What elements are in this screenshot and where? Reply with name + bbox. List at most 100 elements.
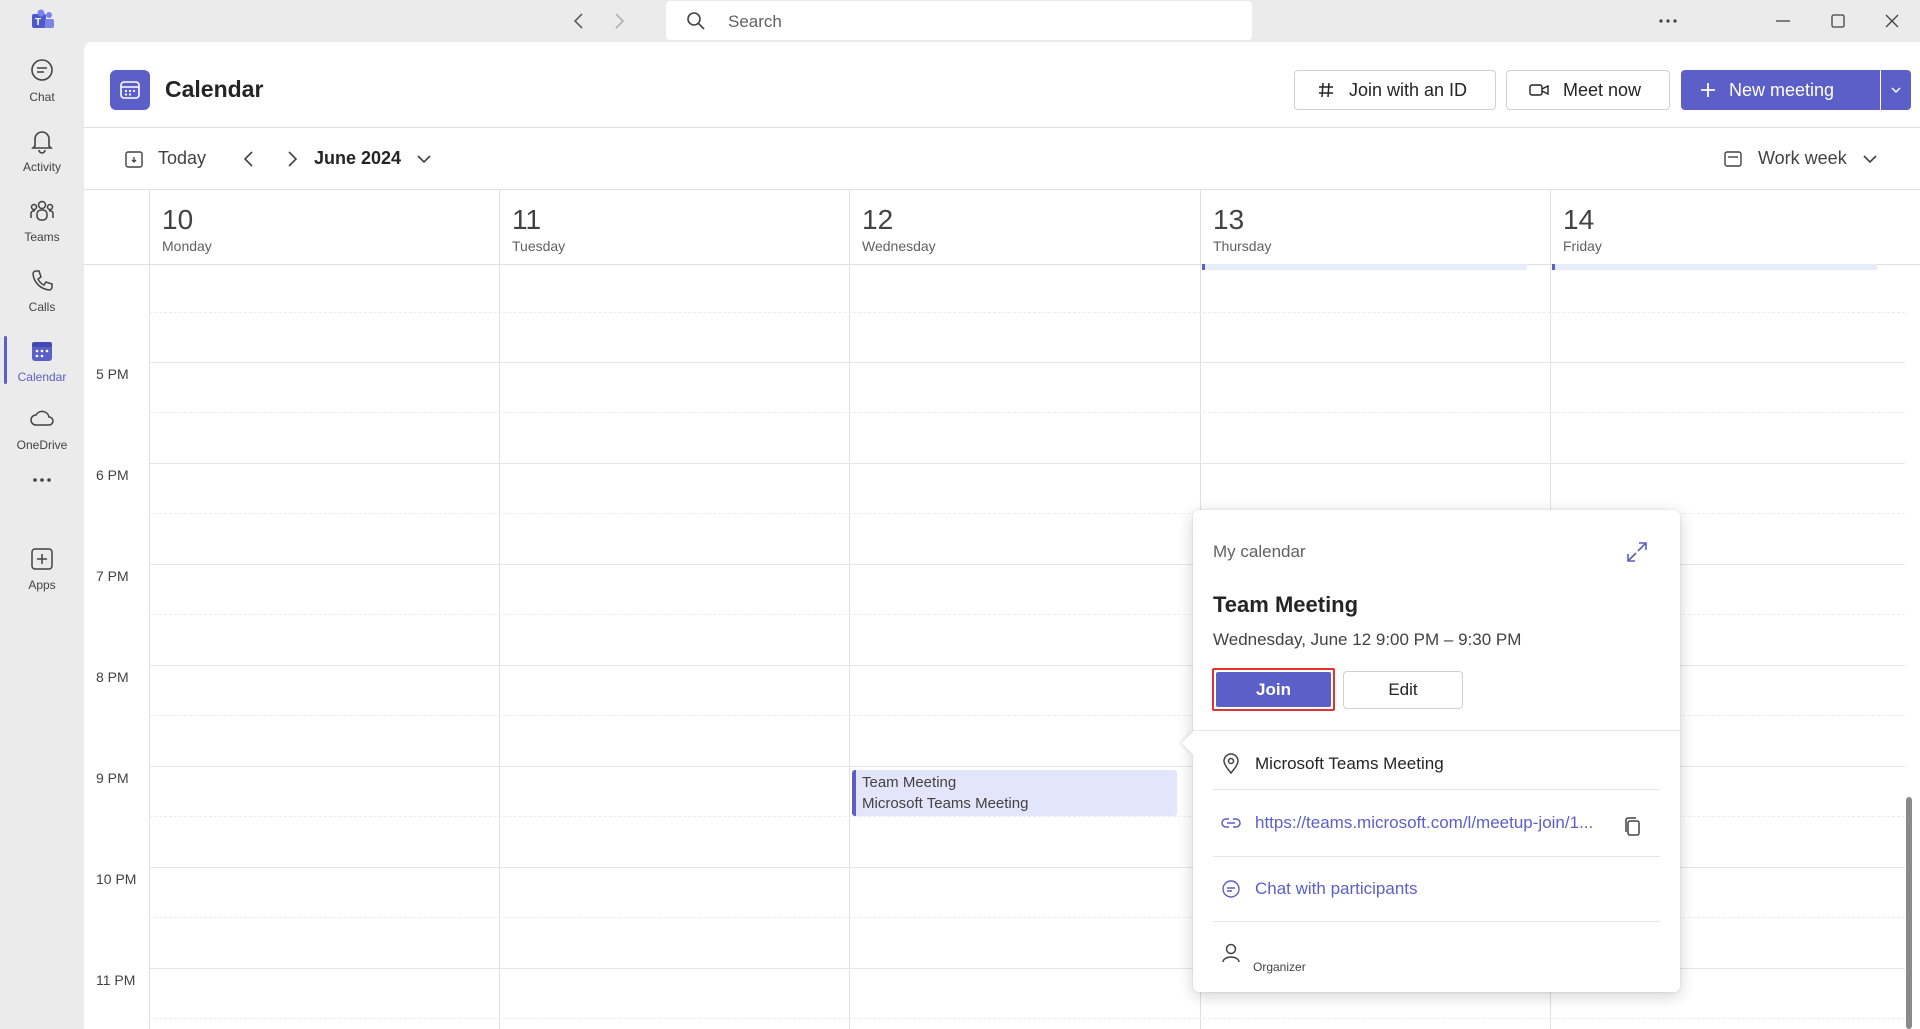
calendar-app-icon xyxy=(110,70,150,110)
half-hour-line xyxy=(149,312,1905,313)
chat-with-participants-row[interactable]: Chat with participants xyxy=(1221,879,1418,899)
day-header-monday[interactable]: 10 Monday xyxy=(149,190,499,264)
close-icon[interactable] xyxy=(1880,10,1904,32)
day-header-friday[interactable]: 14 Friday xyxy=(1550,190,1904,264)
rail-label: Apps xyxy=(28,578,56,592)
app-rail: Chat Activity Teams Calls Calendar OneDr… xyxy=(0,42,84,1029)
month-picker[interactable]: June 2024 xyxy=(314,148,433,169)
hash-icon xyxy=(1319,82,1333,98)
minimize-icon[interactable] xyxy=(1771,10,1795,32)
rail-item-calendar[interactable]: Calendar xyxy=(0,328,84,390)
calendar-label: My calendar xyxy=(1213,542,1306,561)
rail-label: OneDrive xyxy=(16,438,68,452)
organizer-label: Organizer xyxy=(1253,960,1306,974)
person-icon xyxy=(1222,943,1240,963)
day-name: Tuesday xyxy=(512,238,566,254)
time-label: 8 PM xyxy=(96,669,129,685)
hour-line xyxy=(149,362,1905,363)
day-name: Friday xyxy=(1563,238,1602,254)
time-label: 9 PM xyxy=(96,770,129,786)
event-location-row: Microsoft Teams Meeting xyxy=(1221,753,1444,775)
search-input[interactable]: Search xyxy=(666,1,1252,40)
forward-arrow-icon[interactable] xyxy=(608,10,630,32)
time-label: 6 PM xyxy=(96,467,129,483)
calendar-icon xyxy=(32,342,52,361)
day-column[interactable] xyxy=(849,264,1200,1029)
previous-week-icon[interactable] xyxy=(239,148,259,170)
day-number: 13 xyxy=(1213,204,1245,235)
rail-label: Teams xyxy=(24,230,60,244)
time-label: 11 PM xyxy=(96,972,136,988)
rail-label: Chat xyxy=(29,90,55,104)
half-hour-line xyxy=(149,412,1905,413)
more-options-icon[interactable] xyxy=(1656,10,1680,32)
divider xyxy=(1193,730,1680,731)
expand-icon[interactable] xyxy=(1625,540,1649,564)
day-number: 10 xyxy=(162,204,194,235)
chat-icon xyxy=(31,59,53,81)
divider xyxy=(1213,856,1660,857)
calendar-today-icon xyxy=(125,150,143,168)
day-column[interactable] xyxy=(499,264,849,1029)
event-time: Wednesday, June 12 9:00 PM – 9:30 PM xyxy=(1213,630,1522,649)
divider xyxy=(1213,789,1660,790)
chevron-down-icon xyxy=(1891,87,1901,94)
event-details-popup: My calendar Team Meeting Wednesday, June… xyxy=(1181,510,1680,992)
time-label: 7 PM xyxy=(96,568,129,584)
more-apps-icon xyxy=(33,478,51,482)
plus-icon xyxy=(1701,83,1715,97)
copy-icon[interactable] xyxy=(1623,816,1643,838)
day-name: Thursday xyxy=(1213,238,1272,254)
day-number: 14 xyxy=(1563,204,1595,235)
join-with-id-button[interactable]: Join with an ID xyxy=(1294,70,1496,110)
cloud-icon xyxy=(30,410,54,426)
half-hour-line xyxy=(149,1018,1905,1019)
join-button[interactable]: Join xyxy=(1212,668,1335,711)
video-camera-icon xyxy=(1529,84,1549,96)
calendar-event[interactable] xyxy=(1552,264,1877,270)
chevron-down-icon xyxy=(417,154,431,163)
phone-icon xyxy=(32,270,53,291)
day-name: Monday xyxy=(162,238,212,254)
bell-icon xyxy=(31,131,53,154)
new-meeting-button[interactable]: New meeting xyxy=(1681,70,1880,110)
calendar-header: Calendar Join with an ID Meet now New me… xyxy=(84,42,1920,128)
link-icon xyxy=(1221,818,1241,828)
vertical-scrollbar[interactable] xyxy=(1906,797,1912,1029)
chevron-down-icon xyxy=(1863,154,1877,163)
rail-item-teams[interactable]: Teams xyxy=(0,188,84,250)
event-title: Team Meeting xyxy=(1213,592,1359,617)
meet-now-button[interactable]: Meet now xyxy=(1506,70,1670,110)
edit-button[interactable]: Edit xyxy=(1343,671,1463,709)
calendar-event[interactable] xyxy=(1202,264,1527,270)
day-header-tuesday[interactable]: 11 Tuesday xyxy=(499,190,849,264)
rail-item-chat[interactable]: Chat xyxy=(0,48,84,110)
rail-item-onedrive[interactable]: OneDrive xyxy=(0,396,84,458)
calendar-event-team-meeting[interactable]: Team Meeting Microsoft Teams Meeting xyxy=(852,770,1177,816)
rail-item-calls[interactable]: Calls xyxy=(0,258,84,320)
meeting-link[interactable]: https://teams.microsoft.com/l/meetup-joi… xyxy=(1255,813,1593,833)
teams-icon xyxy=(30,200,54,221)
day-number: 11 xyxy=(512,204,542,235)
rail-more[interactable] xyxy=(0,462,84,498)
rail-item-activity[interactable]: Activity xyxy=(0,118,84,180)
back-arrow-icon[interactable] xyxy=(568,10,590,32)
day-number: 12 xyxy=(862,204,894,235)
day-header-thursday[interactable]: 13 Thursday xyxy=(1200,190,1550,264)
day-header-wednesday[interactable]: 12 Wednesday xyxy=(849,190,1200,264)
calendar-toolbar: Today June 2024 Work week xyxy=(84,128,1920,190)
search-placeholder: Search xyxy=(728,12,782,31)
rail-item-apps[interactable]: Apps xyxy=(0,536,84,598)
maximize-icon[interactable] xyxy=(1826,10,1850,32)
day-column[interactable] xyxy=(149,264,499,1029)
add-apps-icon xyxy=(31,548,53,570)
title-bar: T Search xyxy=(0,0,1920,42)
new-meeting-dropdown[interactable] xyxy=(1881,70,1911,110)
meeting-link-row[interactable]: https://teams.microsoft.com/l/meetup-joi… xyxy=(1221,813,1593,833)
page-title: Calendar xyxy=(165,76,264,102)
teams-logo-icon: T xyxy=(32,9,54,28)
next-week-icon[interactable] xyxy=(282,148,302,170)
rail-label: Calls xyxy=(28,300,56,314)
today-button[interactable]: Today xyxy=(124,148,206,169)
view-picker[interactable]: Work week xyxy=(1724,148,1879,169)
